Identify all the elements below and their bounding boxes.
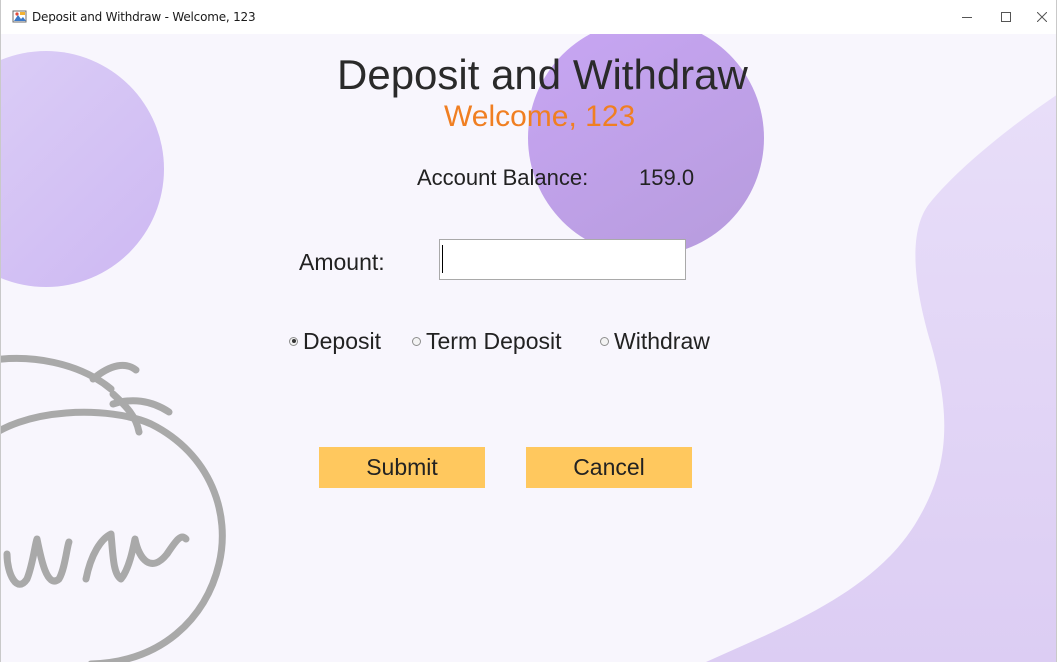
java-app-icon xyxy=(12,10,27,23)
tomato-doodle-icon xyxy=(1,354,226,662)
radio-withdraw[interactable]: Withdraw xyxy=(600,326,710,356)
minimize-button[interactable] xyxy=(947,0,987,34)
radio-unselected-icon[interactable] xyxy=(600,336,609,346)
text-cursor xyxy=(442,245,443,273)
welcome-message: Welcome, 123 xyxy=(444,100,636,133)
maximize-icon xyxy=(1001,12,1011,22)
minimize-icon xyxy=(962,17,972,18)
cancel-button[interactable]: Cancel xyxy=(526,447,692,488)
balance-value: 159.0 xyxy=(639,165,695,190)
amount-input[interactable] xyxy=(439,239,686,280)
maximize-button[interactable] xyxy=(986,0,1026,34)
radio-selected-icon[interactable] xyxy=(289,336,298,346)
submit-button[interactable]: Submit xyxy=(319,447,485,488)
decorative-blob-left xyxy=(1,51,164,287)
close-icon xyxy=(1037,12,1047,22)
page-title: Deposit and Withdraw xyxy=(337,51,748,98)
radio-term-deposit-label: Term Deposit xyxy=(426,327,562,354)
close-button[interactable] xyxy=(1022,0,1056,34)
balance-label: Account Balance: xyxy=(417,165,589,190)
app-window: Deposit and Withdraw - Welcome, 123 Depo… xyxy=(0,0,1057,662)
window-title: Deposit and Withdraw - Welcome, 123 xyxy=(32,10,256,24)
amount-label: Amount: xyxy=(299,249,385,275)
title-bar[interactable]: Deposit and Withdraw - Welcome, 123 xyxy=(1,0,1056,34)
radio-deposit-label: Deposit xyxy=(303,327,381,354)
radio-unselected-icon[interactable] xyxy=(412,336,421,346)
radio-withdraw-label: Withdraw xyxy=(614,327,710,354)
radio-deposit[interactable]: Deposit xyxy=(289,326,381,356)
radio-term-deposit[interactable]: Term Deposit xyxy=(412,326,561,356)
decorative-blob-right xyxy=(706,95,1056,662)
main-panel: Deposit and Withdraw Welcome, 123 Accoun… xyxy=(1,34,1056,662)
